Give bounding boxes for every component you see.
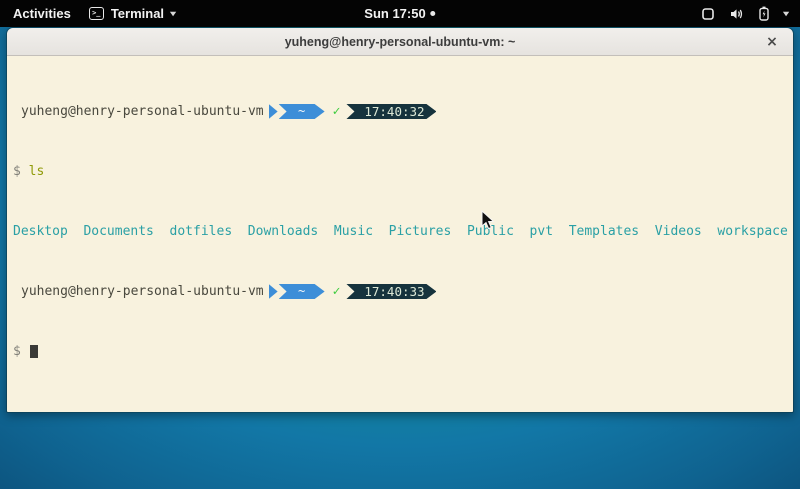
system-status-area[interactable]: ▾ [701, 0, 800, 27]
activities-button[interactable]: Activities [13, 6, 71, 21]
window-titlebar[interactable]: yuheng@henry-personal-ubuntu-vm: ~ × [7, 28, 793, 56]
prompt-time-segment: 17:40:32 [346, 104, 436, 119]
terminal-content[interactable]: yuheng@henry-personal-ubuntu-vm ~ ✓ 17:4… [7, 56, 793, 412]
command-line-1: $ ls [13, 164, 793, 179]
terminal-window: yuheng@henry-personal-ubuntu-vm: ~ × yuh… [6, 27, 794, 413]
prompt-cwd-segment: ~ [279, 284, 325, 299]
prompt-line-2: yuheng@henry-personal-ubuntu-vm ~ ✓ 17:4… [13, 284, 793, 299]
powerline-segments: ~ ✓ 17:40:32 [269, 104, 437, 119]
desktop: Activities >_ Terminal ▾ Sun 17:50 ▾ [0, 0, 800, 489]
screen-icon [701, 7, 715, 21]
powerline-segments: ~ ✓ 17:40:33 [269, 284, 437, 299]
mouse-pointer-icon [481, 210, 495, 235]
app-menu-terminal[interactable]: >_ Terminal ▾ [89, 6, 175, 21]
status-check-icon: ✓ [333, 284, 341, 299]
prompt-user-host: yuheng@henry-personal-ubuntu-vm [21, 104, 264, 119]
prompt-symbol: $ [13, 164, 21, 179]
prompt-user-host: yuheng@henry-personal-ubuntu-vm [21, 284, 264, 299]
powerline-chevron-icon [269, 104, 278, 119]
terminal-app-icon: >_ [89, 7, 104, 20]
directory-listing: Desktop Documents dotfiles Downloads Mus… [13, 224, 788, 239]
volume-icon [729, 7, 744, 21]
prompt-cwd-segment: ~ [279, 104, 325, 119]
ls-output-line: Desktop Documents dotfiles Downloads Mus… [13, 224, 793, 239]
prompt-symbol: $ [13, 344, 21, 359]
prompt-line-1: yuheng@henry-personal-ubuntu-vm ~ ✓ 17:4… [13, 104, 793, 119]
notification-dot-icon [431, 11, 436, 16]
app-menu-label: Terminal [111, 6, 164, 21]
close-button[interactable]: × [763, 33, 781, 51]
powerline-chevron-icon [269, 284, 278, 299]
clock-menu[interactable]: Sun 17:50 [364, 0, 435, 27]
battery-charging-icon [758, 6, 770, 21]
status-check-icon: ✓ [333, 104, 341, 119]
prompt-time-segment: 17:40:33 [346, 284, 436, 299]
window-title: yuheng@henry-personal-ubuntu-vm: ~ [285, 35, 516, 49]
text-cursor [30, 345, 38, 358]
clock-label: Sun 17:50 [364, 6, 425, 21]
command-line-2: $ [13, 344, 793, 359]
system-menu-chevron-icon: ▾ [783, 9, 789, 18]
gnome-top-bar: Activities >_ Terminal ▾ Sun 17:50 ▾ [0, 0, 800, 27]
typed-command: ls [29, 164, 45, 179]
chevron-down-icon: ▾ [170, 9, 176, 18]
